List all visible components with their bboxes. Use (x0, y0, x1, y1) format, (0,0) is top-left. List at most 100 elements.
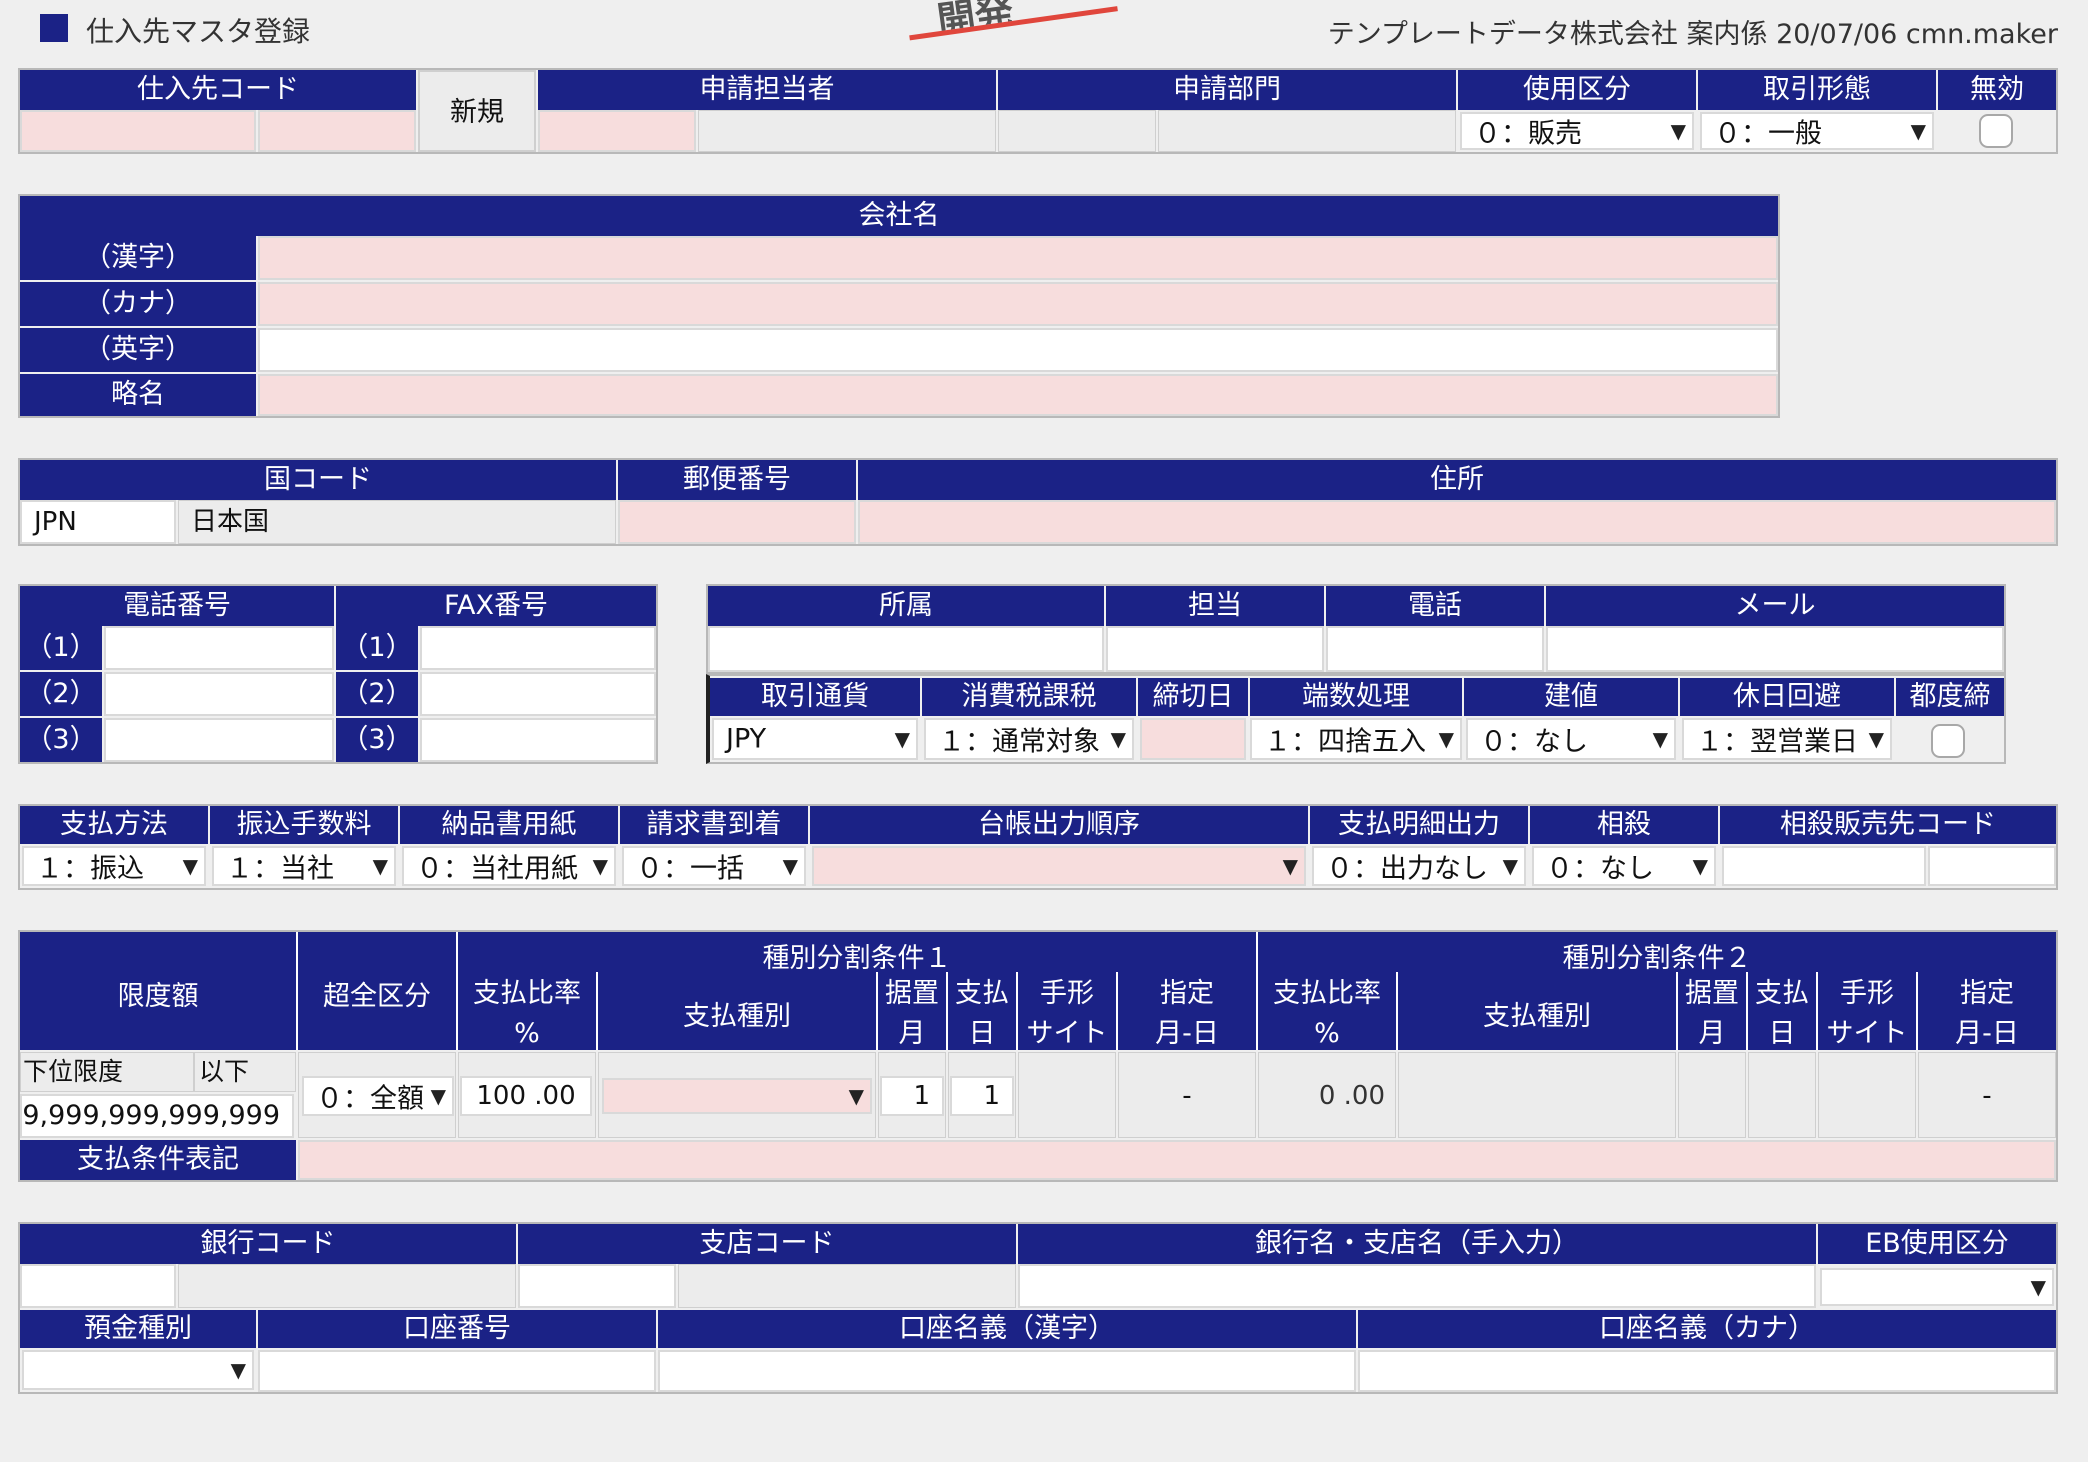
closing-input[interactable] (1140, 718, 1246, 760)
affiliation-input[interactable] (708, 626, 1104, 672)
chevron-down-icon: ▼ (1110, 727, 1126, 751)
company-english-input[interactable] (258, 328, 1778, 372)
pay2-header: 支払日 (1748, 974, 1816, 1054)
fax-2-input[interactable] (420, 672, 656, 716)
trade-type-select[interactable]: ０：一般 ▼ (1700, 112, 1934, 150)
account-no-input[interactable] (258, 1350, 656, 1392)
company-short-input[interactable] (258, 374, 1778, 416)
tax-select[interactable]: １：通常対象 ▼ (924, 718, 1134, 760)
trade-type-header: 取引形態 (1698, 70, 1936, 110)
basis-header: 建値 (1464, 678, 1678, 716)
spec2-cell: - (1918, 1052, 2056, 1138)
ledger-select[interactable]: ▼ (812, 846, 1306, 886)
tel-2-input[interactable] (104, 672, 334, 716)
spec2-label: 指定 (1960, 978, 2014, 1009)
dept-code (998, 110, 1156, 152)
contact-tel-header: 電話 (1326, 586, 1544, 626)
fax-1-input[interactable] (420, 626, 656, 670)
type1-select[interactable]: ▼ (602, 1078, 872, 1114)
company-kanji-input[interactable] (258, 236, 1778, 280)
deposit-header: 預金種別 (20, 1310, 256, 1348)
offset-select[interactable]: ０：なし ▼ (1532, 846, 1716, 886)
mail-input[interactable] (1546, 626, 2004, 672)
bill2-cell (1818, 1052, 1916, 1138)
detail-select[interactable]: ０：出力なし ▼ (1312, 846, 1526, 886)
chevron-down-icon: ▼ (1438, 727, 1454, 751)
chevron-down-icon: ▼ (592, 854, 608, 878)
below-text: 以下 (199, 1057, 250, 1086)
company-kanji-label: （漢字） (20, 236, 256, 280)
holiday-select-value: １：翌営業日 (1696, 726, 1858, 758)
bill1-header: 手形 サイト (1018, 974, 1116, 1054)
closing-header: 締切日 (1138, 678, 1248, 716)
postal-input[interactable] (618, 500, 856, 544)
holder-kana-input[interactable] (1358, 1350, 2056, 1392)
supplier-code-input-2[interactable] (258, 110, 416, 152)
over-select[interactable]: ０：全額 ▼ (302, 1076, 454, 1116)
rounding-select[interactable]: １：四捨五入 ▼ (1250, 718, 1462, 760)
invalid-checkbox[interactable] (1979, 114, 2013, 148)
pay2-cell (1748, 1052, 1816, 1138)
deposit-select[interactable]: ▼ (22, 1350, 254, 1390)
pay1-input[interactable]: 1 (950, 1076, 1014, 1116)
postal-header: 郵便番号 (618, 460, 856, 500)
tel-3-input[interactable] (104, 718, 334, 762)
supplier-code-input-1[interactable] (20, 110, 256, 152)
defer1-value: 1 (913, 1081, 930, 1111)
basis-select[interactable]: ０：なし ▼ (1466, 718, 1676, 760)
bank-name-input[interactable] (1018, 1264, 1816, 1308)
holder-kanji-header: 口座名義（漢字） (658, 1310, 1356, 1348)
country-code-header: 国コード (20, 460, 616, 500)
applicant-code-input[interactable] (538, 110, 696, 152)
person-input[interactable] (1106, 626, 1324, 672)
branch-code-input[interactable] (518, 1264, 676, 1308)
country-code-input[interactable]: JPN (20, 500, 176, 544)
company-kana-input[interactable] (258, 282, 1778, 326)
method-select[interactable]: １：振込 ▼ (22, 846, 206, 886)
over-select-value: ０：全額 (316, 1083, 424, 1115)
address-input[interactable] (858, 500, 2056, 544)
bank-code-input[interactable] (20, 1264, 176, 1308)
pay2-day: 日 (1768, 1018, 1796, 1049)
each-checkbox[interactable] (1931, 724, 1965, 758)
bank-code-header: 銀行コード (20, 1224, 516, 1264)
cond1-header: 種別分割条件１ (762, 943, 952, 974)
limit-header: 限度額 (117, 981, 199, 1012)
usage-select[interactable]: ０：販売 ▼ (1460, 112, 1694, 150)
person-header: 担当 (1106, 586, 1324, 626)
offset-code-input-2[interactable] (1928, 846, 2056, 886)
holiday-select[interactable]: １：翌営業日 ▼ (1682, 718, 1892, 760)
limit-amount-input[interactable]: 9,999,999,999,999 (20, 1094, 294, 1138)
spec1-label: 指定 (1160, 978, 1214, 1009)
fax-header: FAX番号 (336, 586, 656, 626)
invoice-select[interactable]: ０：一括 ▼ (622, 846, 806, 886)
type2-header: 支払種別 (1483, 1001, 1591, 1032)
fax-3-input[interactable] (420, 718, 656, 762)
chevron-down-icon: ▼ (2030, 1275, 2046, 1299)
tel-2-label: （2） (20, 672, 102, 716)
defer1-input[interactable]: 1 (880, 1076, 944, 1116)
ratio1-input[interactable]: 100 .00 (460, 1076, 592, 1116)
spec1-md: 月-日 (1155, 1018, 1219, 1049)
chevron-down-icon: ▼ (1502, 854, 1518, 878)
dept-name (1158, 110, 1456, 152)
currency-select[interactable]: JPY ▼ (712, 718, 918, 760)
tel-1-input[interactable] (104, 626, 334, 670)
currency-select-value: JPY (726, 723, 767, 755)
fee-select[interactable]: １：当社 ▼ (212, 846, 396, 886)
offset-code-header: 相殺販売先コード (1720, 806, 2056, 844)
offset-code-input-1[interactable] (1722, 846, 1926, 886)
lower-limit-text: 下位限度 (23, 1057, 124, 1086)
chevron-down-icon: ▼ (230, 1358, 246, 1382)
company-kana-label: （カナ） (20, 282, 256, 326)
tax-header: 消費税課税 (922, 678, 1136, 716)
chevron-down-icon: ▼ (894, 727, 910, 751)
eb-select[interactable]: ▼ (1820, 1268, 2054, 1306)
holder-kanji-input[interactable] (658, 1350, 1356, 1392)
contact-tel-input[interactable] (1326, 626, 1544, 672)
chevron-down-icon: ▼ (782, 854, 798, 878)
notation-input[interactable] (298, 1140, 2056, 1180)
paper-select[interactable]: ０：当社用紙 ▼ (402, 846, 616, 886)
new-button[interactable]: 新規 (418, 70, 536, 152)
company-short-label: 略名 (20, 374, 256, 416)
